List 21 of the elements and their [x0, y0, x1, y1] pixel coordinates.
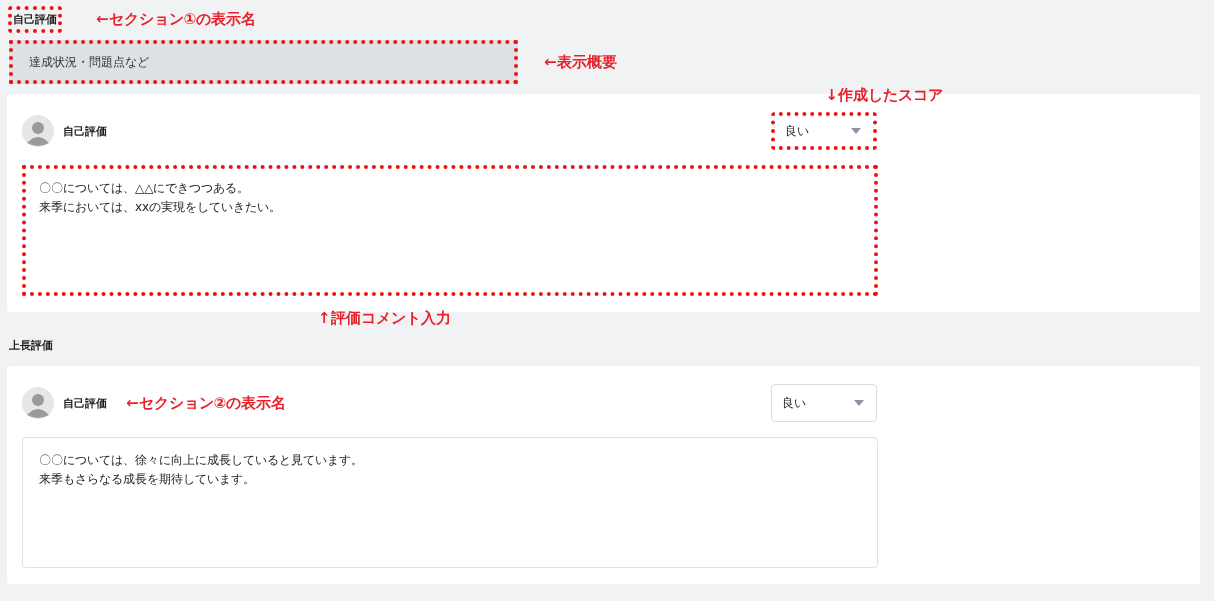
section-title: 上長評価 — [8, 337, 54, 354]
annotation-note: ←セクション②の表示名 — [126, 393, 287, 413]
comment-text: 来季においては、xxの実現をしていきたい。 — [39, 199, 282, 216]
section-title: 自己評価 — [8, 5, 62, 33]
comment-field[interactable]: 〇〇については、△△にできつつある。 来季においては、xxの実現をしていきたい。 — [22, 165, 878, 296]
annotation-note: ↑評価コメント入力 — [318, 309, 451, 328]
annotation-note: ↓作成したスコア — [825, 86, 943, 105]
comment-field[interactable]: 〇〇については、徐々に向上に成長していると見ています。 来季もさらなる成長を期待しています。 — [22, 437, 878, 568]
annotation-note: ←セクション①の表示名 — [96, 9, 257, 29]
evaluator-name: 自己評価 — [63, 395, 107, 411]
caret-icon — [851, 128, 861, 134]
comment-text: 来季もさらなる成長を期待しています。 — [39, 471, 255, 488]
annotation-note: ←表示概要 — [544, 52, 617, 72]
caret-icon — [854, 400, 864, 406]
comment-text: 〇〇については、徐々に向上に成長していると見ています。 — [39, 452, 363, 469]
score-select[interactable]: 良い — [771, 384, 877, 422]
evaluator-name: 自己評価 — [63, 123, 107, 139]
comment-text: 〇〇については、△△にできつつある。 — [39, 180, 250, 197]
section-description: 達成状況・問題点など — [9, 40, 518, 84]
avatar-icon — [22, 387, 54, 419]
avatar-icon — [22, 115, 54, 147]
